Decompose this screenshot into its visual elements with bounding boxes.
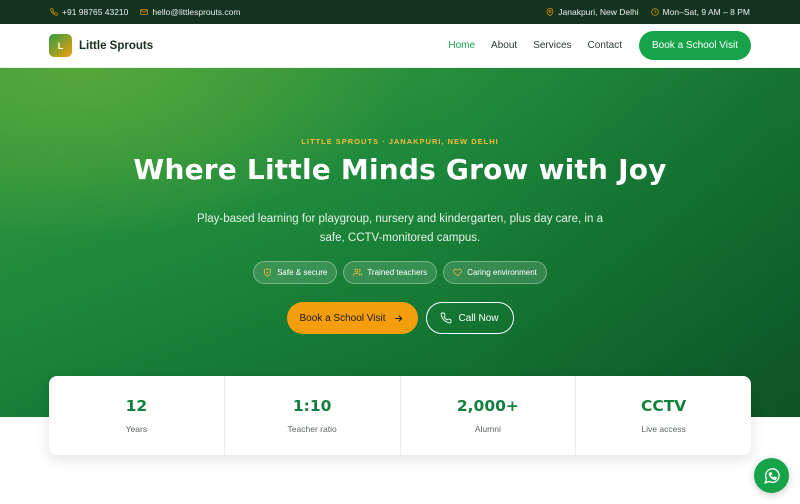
logo: L: [49, 34, 72, 57]
phone-link[interactable]: +91 98765 43210: [50, 7, 128, 17]
arrow-right-icon: [395, 314, 403, 322]
mail-icon: [140, 9, 149, 15]
stat-label: Teacher ratio: [287, 424, 337, 434]
hours-info: Mon–Sat, 9 AM – 8 PM: [650, 7, 750, 17]
stat-value: 1:10: [292, 397, 332, 415]
book-visit-nav-button[interactable]: Book a School Visit: [639, 31, 751, 60]
stat-label: Live access: [641, 424, 686, 434]
top-info-bar: +91 98765 43210 hello@littlesprouts.com …: [0, 0, 800, 24]
shield-icon: [264, 268, 271, 277]
phone-icon: [50, 8, 58, 16]
call-now-button[interactable]: Call Now: [425, 302, 514, 334]
users-icon: [353, 268, 363, 276]
main-nav: L Little Sprouts Home About Services Con…: [0, 24, 800, 68]
nav-link-contact[interactable]: Contact: [588, 40, 622, 51]
feature-pills: Safe & secure Trained teachers Caring en…: [0, 261, 800, 284]
stat-item: CCTV Live access: [576, 376, 751, 455]
whatsapp-chat-button[interactable]: [754, 458, 789, 493]
stat-value: CCTV: [640, 397, 687, 415]
email-link[interactable]: hello@littlesprouts.com: [140, 7, 240, 17]
feature-pill: Safe & secure: [253, 261, 338, 284]
hero-subtitle: Play-based learning for playgroup, nurse…: [197, 213, 603, 244]
book-visit-button[interactable]: Book a School Visit: [286, 302, 418, 334]
hero-eyebrow: LITTLE SPROUTS · JANAKPURI, NEW DELHI: [301, 137, 499, 146]
phone-icon: [441, 312, 452, 324]
feature-pill-label: Caring environment: [467, 268, 537, 277]
hero-section: LITTLE SPROUTS · JANAKPURI, NEW DELHI Wh…: [0, 68, 800, 417]
location-text: Janakpuri, New Delhi: [558, 7, 639, 17]
feature-pill-label: Safe & secure: [277, 268, 328, 277]
feature-pill: Caring environment: [443, 261, 547, 284]
map-pin-icon: [546, 8, 554, 16]
info-group: Janakpuri, New Delhi Mon–Sat, 9 AM – 8 P…: [546, 7, 750, 17]
hours-text: Mon–Sat, 9 AM – 8 PM: [662, 7, 750, 17]
stat-value: 2,000+: [456, 397, 519, 415]
clock-icon: [650, 8, 659, 16]
stat-item: 2,000+ Alumni: [401, 376, 577, 455]
chat-icon: [763, 467, 780, 484]
nav-link-services[interactable]: Services: [533, 40, 571, 51]
nav-link-about[interactable]: About: [491, 40, 517, 51]
contact-group: +91 98765 43210 hello@littlesprouts.com: [50, 7, 240, 17]
email-text: hello@littlesprouts.com: [152, 7, 241, 17]
book-visit-label: Book a School Visit: [299, 312, 386, 324]
stat-label: Years: [125, 424, 148, 434]
hero-title: Where Little Minds Grow with Joy: [133, 153, 667, 186]
feature-pill-label: Trained teachers: [367, 268, 428, 277]
brand-name: Little Sprouts: [79, 39, 154, 52]
call-now-label: Call Now: [458, 312, 499, 324]
hero-cta-group: Book a School Visit Call Now: [0, 302, 800, 334]
nav-menu: Home About Services Contact Book a Schoo…: [448, 31, 751, 60]
location-info: Janakpuri, New Delhi: [546, 7, 639, 17]
nav-link-home[interactable]: Home: [448, 40, 475, 51]
stat-item: 1:10 Teacher ratio: [225, 376, 401, 455]
stat-value: 12: [125, 397, 148, 415]
brand-link[interactable]: L Little Sprouts: [49, 34, 153, 57]
stat-label: Alumni: [474, 424, 501, 434]
feature-pill: Trained teachers: [343, 261, 438, 284]
heart-icon: [453, 268, 462, 277]
phone-text: +91 98765 43210: [62, 7, 129, 17]
stats-card: 12 Years 1:10 Teacher ratio 2,000+ Alumn…: [49, 376, 751, 455]
stat-item: 12 Years: [49, 376, 225, 455]
